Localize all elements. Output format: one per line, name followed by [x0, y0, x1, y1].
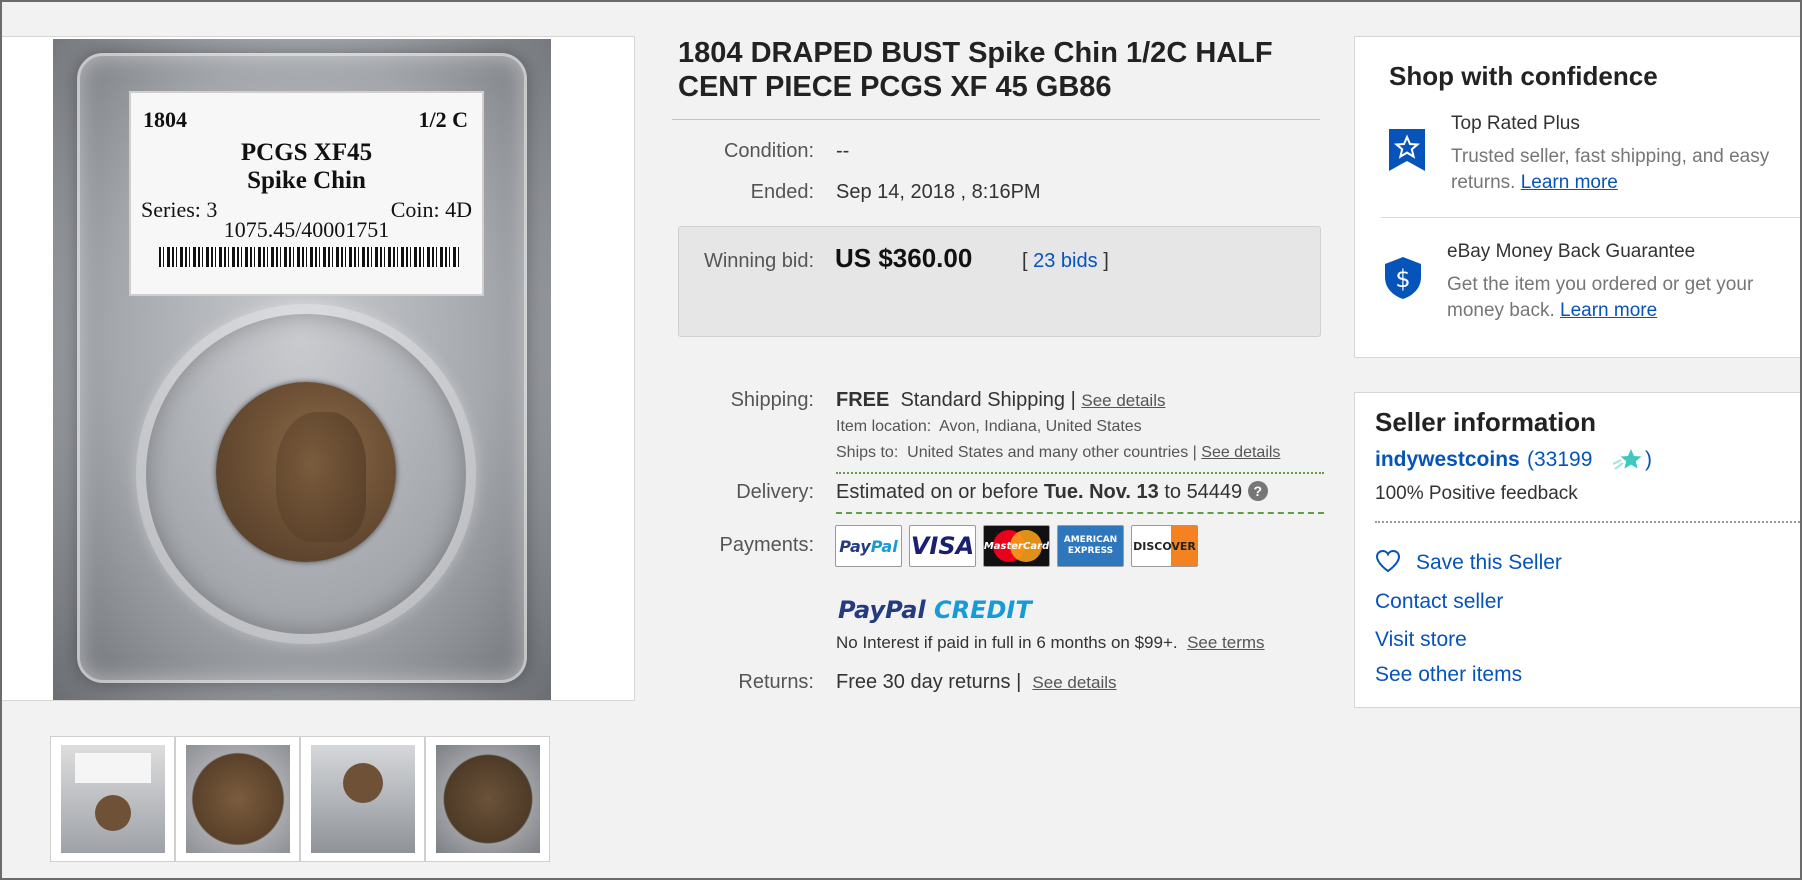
coin-bust: [276, 412, 366, 542]
condition-label: Condition:: [723, 140, 814, 162]
see-terms-link[interactable]: See terms: [1187, 633, 1264, 652]
bid-history-link[interactable]: 23 bids: [1033, 250, 1098, 272]
delivery-prefix: Estimated on or before: [836, 481, 1039, 503]
item-location: Item location: Avon, Indiana, United Sta…: [836, 418, 1142, 436]
confidence-title: Shop with confidence: [1389, 61, 1658, 91]
delivery-label: Delivery:: [736, 481, 814, 503]
shop-with-confidence-panel: Shop with confidence Top Rated Plus Trus…: [1354, 36, 1802, 358]
coin-image: [216, 382, 396, 562]
thumbnail-3[interactable]: [300, 736, 425, 862]
delivery-zip[interactable]: 54449: [1187, 481, 1243, 503]
thumbnail-image: [310, 745, 415, 853]
mbg-heading: eBay Money Back Guarantee: [1447, 241, 1696, 262]
delivery-divider: [836, 512, 1324, 514]
payments-label: Payments:: [719, 534, 814, 556]
delivery-value: Estimated on or before Tue. Nov. 13 to 5…: [836, 481, 1268, 504]
condition-value: --: [836, 140, 850, 162]
pcgs-label: 1804 1/2 C PCGS XF45 Spike Chin Series: …: [129, 91, 484, 296]
ships-to-see-details-link[interactable]: See details: [1201, 444, 1280, 461]
amex-logo: AMERICAN EXPRESS: [1057, 525, 1124, 567]
bid-count-bracket-open: [: [1022, 250, 1028, 272]
paypal-credit-text: No Interest if paid in full in 6 months …: [836, 633, 1178, 652]
mastercard-logo: MasterCard: [983, 525, 1050, 567]
label-barcode: [159, 247, 459, 267]
thumbnail-1[interactable]: [50, 736, 175, 862]
label-cert-number: 1075.45/40001751: [223, 217, 390, 242]
heart-outline-icon[interactable]: [1375, 549, 1401, 573]
shipping-free: FREE: [836, 389, 890, 411]
label-variety: Spike Chin: [247, 167, 366, 194]
thumbnail-image: [435, 745, 540, 853]
thumbnail-image: [185, 745, 290, 853]
ended-label: Ended:: [750, 181, 814, 203]
main-item-image[interactable]: 1804 1/2 C PCGS XF45 Spike Chin Series: …: [53, 39, 551, 700]
score-paren-open: (: [1527, 448, 1534, 471]
thumbnail-2[interactable]: [175, 736, 300, 862]
confidence-divider: [1381, 217, 1802, 218]
feedback-score-link[interactable]: 33199: [1534, 448, 1592, 471]
mbg-description: Get the item you ordered or get your mon…: [1447, 272, 1777, 324]
paypal-credit-logo[interactable]: PayPal CREDIT: [838, 596, 1032, 624]
returns-text: Free 30 day returns |: [836, 671, 1022, 693]
trp-learn-more-link[interactable]: Learn more: [1521, 172, 1618, 193]
discover-logo: DISCOVER: [1131, 525, 1198, 567]
thumbnail-4[interactable]: [425, 736, 550, 862]
shipping-value: FREE Standard Shipping | See details: [836, 389, 1165, 412]
mbg-learn-more-link[interactable]: Learn more: [1560, 300, 1657, 321]
shipping-label: Shipping:: [730, 389, 814, 411]
ships-to-label: Ships to:: [836, 444, 899, 461]
item-location-value: Avon, Indiana, United States: [939, 418, 1142, 435]
save-seller-link[interactable]: Save this Seller: [1416, 551, 1562, 575]
positive-feedback: 100% Positive feedback: [1375, 483, 1578, 504]
item-location-label: Item location:: [836, 418, 932, 435]
ships-to-value: United States and many other countries |: [907, 444, 1197, 461]
winning-bid-box: [678, 226, 1321, 337]
paypal-logo: Pay Pal: [835, 525, 902, 567]
winning-bid-price: US $360.00: [835, 243, 973, 273]
bid-count: [ 23 bids ]: [1022, 250, 1109, 273]
visa-logo: VISA: [909, 525, 976, 567]
label-denomination: 1/2 C: [418, 107, 469, 132]
seller-divider: [1375, 521, 1802, 523]
seller-name-link[interactable]: indywestcoins: [1375, 448, 1520, 472]
ships-to: Ships to: United States and many other c…: [836, 444, 1280, 462]
contact-seller-link[interactable]: Contact seller: [1375, 590, 1503, 614]
winning-bid-label: Winning bid:: [703, 250, 814, 272]
delivery-date: Tue. Nov. 13: [1043, 481, 1159, 503]
thumbnail-image: [60, 745, 165, 853]
star-ribbon-icon: [1389, 129, 1425, 171]
item-title: 1804 DRAPED BUST Spike Chin 1/2C HALF CE…: [678, 37, 1273, 103]
returns-see-details-link[interactable]: See details: [1032, 673, 1116, 692]
delivery-to: to: [1164, 481, 1181, 503]
payment-methods: Pay Pal VISA MasterCard AMERICAN EXPRESS D…: [835, 525, 1198, 567]
paypal-credit-word-1: PayPal: [838, 596, 926, 624]
dollar-shield-icon: $: [1385, 257, 1421, 299]
bid-count-bracket-close: ]: [1103, 250, 1109, 272]
label-grade: PCGS XF45: [240, 139, 373, 166]
help-icon[interactable]: ?: [1247, 481, 1268, 501]
trp-heading: Top Rated Plus: [1451, 113, 1580, 134]
shipping-see-details-link[interactable]: See details: [1081, 391, 1165, 410]
see-other-items-link[interactable]: See other items: [1375, 663, 1522, 687]
shooting-star-icon: [1613, 449, 1642, 470]
thumbnail-strip: [50, 736, 550, 862]
visit-store-link[interactable]: Visit store: [1375, 628, 1467, 652]
seller-information-panel: Seller information indywestcoins (33199 …: [1354, 392, 1802, 708]
svg-text:$: $: [1395, 265, 1410, 293]
seller-info-title: Seller information: [1375, 407, 1597, 437]
shipping-divider: [836, 472, 1324, 474]
main-image-viewer[interactable]: 1804 1/2 C PCGS XF45 Spike Chin Series: …: [0, 36, 635, 701]
score-paren-close: ): [1645, 448, 1652, 471]
title-divider: [672, 119, 1320, 120]
shipping-method: Standard Shipping |: [900, 389, 1076, 411]
paypal-credit-terms: No Interest if paid in full in 6 months …: [836, 633, 1265, 653]
trp-description: Trusted seller, fast shipping, and easy …: [1451, 144, 1781, 196]
paypal-credit-word-2: CREDIT: [934, 596, 1032, 624]
ended-value: Sep 14, 2018 , 8:16PM: [836, 181, 1041, 203]
label-year: 1804: [143, 107, 187, 132]
returns-label: Returns:: [738, 671, 814, 693]
seller-score: (33199: [1527, 448, 1592, 472]
returns-value: Free 30 day returns | See details: [836, 671, 1117, 694]
